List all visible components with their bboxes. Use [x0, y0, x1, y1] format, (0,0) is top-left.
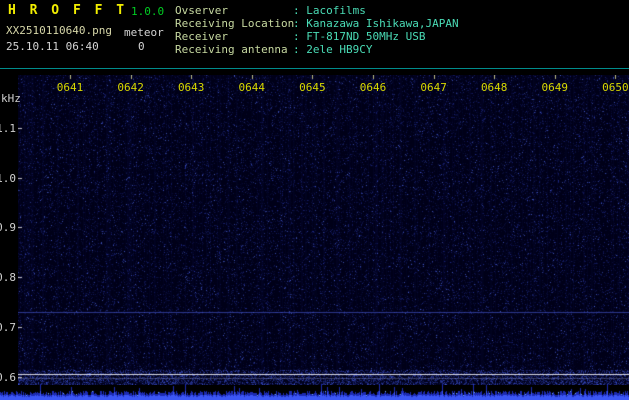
time-tick-label: 0649 — [541, 81, 569, 94]
app-title: H R O F F T — [8, 3, 128, 18]
freq-tick-label: 0.7 — [0, 321, 16, 334]
frequency-axis: kHz 1.11.00.90.80.70.6 — [0, 0, 21, 400]
station-info-value: : 2ele HB9CY — [293, 43, 373, 56]
station-info-row: Receiving antenna : 2ele HB9CY — [175, 43, 459, 56]
meteor-count: 0 — [138, 40, 145, 53]
freq-tick-label: 0.8 — [0, 271, 16, 284]
timestamp: 25.10.11 06:40 — [6, 40, 99, 53]
time-tick-label: 0645 — [299, 81, 326, 94]
spectrogram-plot: 0641 0642 0643 0644 0645 0646 0647 0648 0649 0650 — [0, 75, 629, 385]
time-tick-label: 0646 — [359, 81, 387, 94]
time-tick-label: 0648 — [480, 81, 508, 94]
spectrogram-canvas — [18, 75, 629, 385]
station-info-row: Ovserver : Lacofilms — [175, 4, 459, 17]
noise-level-strip-canvas — [0, 383, 629, 400]
station-info-value: : Lacofilms — [293, 4, 366, 17]
station-info-value: : FT-817ND 50MHz USB — [293, 30, 426, 43]
time-tick-label: 0642 — [117, 81, 144, 94]
station-info-label: Receiving antenna — [175, 43, 288, 56]
station-info: Ovserver : Lacofilms Receiving Location: K… — [175, 4, 459, 56]
output-filename: XX2510110640.png — [6, 24, 112, 37]
freq-tick-label: 1.1 — [0, 122, 16, 135]
freq-tick-label: 0.9 — [0, 221, 16, 234]
mode-label: meteor — [124, 26, 164, 39]
app-version: 1.0.0 — [131, 5, 165, 18]
time-tick-label: 0650 — [602, 81, 629, 94]
station-info-label: Receiver — [175, 30, 228, 43]
freq-tick-label: 1.0 — [0, 172, 16, 185]
frequency-axis-unit: kHz — [1, 92, 21, 105]
time-tick-label: 0643 — [177, 81, 205, 94]
time-tick-label: 0644 — [238, 81, 266, 94]
station-info-value: : Kanazawa Ishikawa,JAPAN — [293, 17, 459, 30]
time-tick-label: 0641 — [56, 81, 84, 94]
station-info-label: Ovserver — [175, 4, 228, 17]
station-info-label: Receiving Location — [175, 17, 295, 30]
header-separator — [0, 68, 629, 69]
station-info-row: Receiving Location: Kanazawa Ishikawa,JA… — [175, 17, 459, 30]
time-tick-label: 0647 — [420, 81, 447, 94]
station-info-row: Receiver : FT-817ND 50MHz USB — [175, 30, 459, 43]
hrofft-screen: H R O F F T 1.0.0 XX2510110640.png meteo… — [0, 0, 629, 400]
